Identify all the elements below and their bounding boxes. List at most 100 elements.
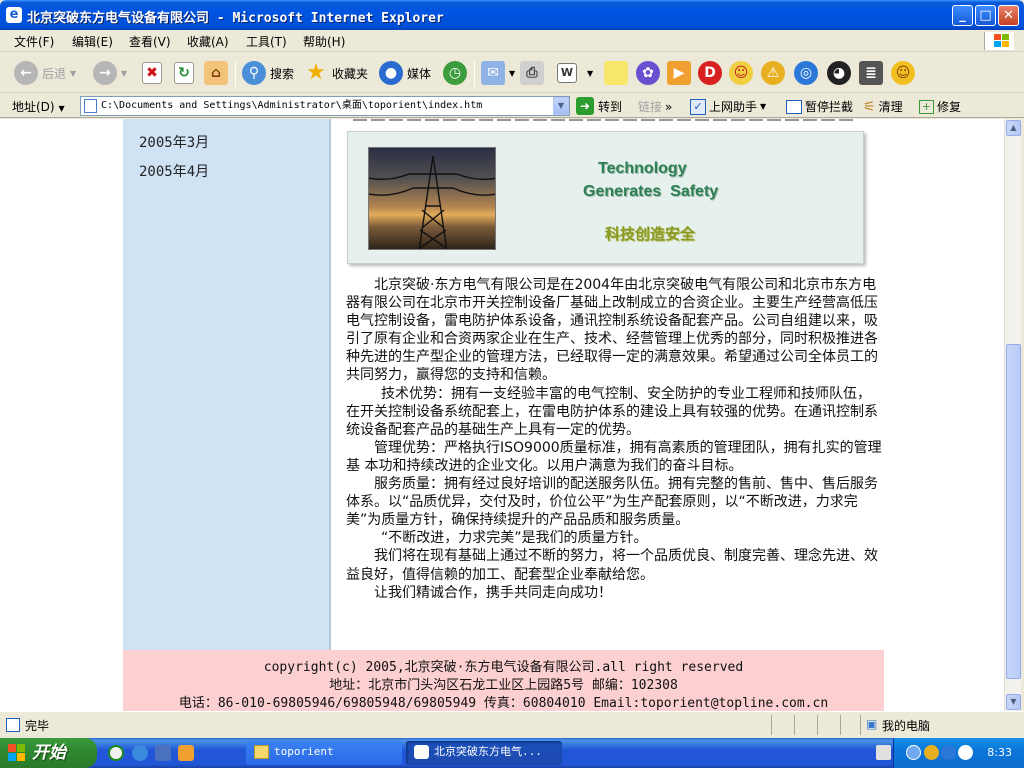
- scroll-up-button[interactable]: ▲: [1006, 120, 1021, 136]
- ie-quicklaunch-icon[interactable]: [132, 745, 148, 761]
- links-button[interactable]: 链接 »: [638, 98, 672, 115]
- tech-advantage-paragraph: 技术优势：拥有一支经验丰富的电气控制、安全防护的专业工程师和技师队伍，在开关控制…: [346, 385, 878, 438]
- address-input[interactable]: C:\Documents and Settings\Administrator\…: [80, 96, 570, 116]
- banner-tagline-en-1: Technology: [598, 160, 687, 177]
- page-icon: [84, 99, 97, 113]
- home-button[interactable]: ⌂: [204, 59, 228, 87]
- main-content: Technology Generates Safety 科技创造安全 北京突破·…: [333, 119, 884, 650]
- address-bar: 地址(D) ▼ C:\Documents and Settings\Admini…: [0, 94, 1024, 118]
- task-ie-window[interactable]: 北京突破东方电气...: [406, 741, 562, 765]
- scroll-down-button[interactable]: ▼: [1006, 694, 1021, 710]
- chevron-down-icon: ▼: [70, 68, 77, 78]
- media-button[interactable]: ● 媒体: [379, 59, 431, 87]
- task-toporient[interactable]: toporient: [246, 741, 402, 765]
- browser-button[interactable]: ◎: [794, 59, 818, 87]
- home-icon: ⌂: [204, 61, 228, 85]
- back-button[interactable]: ← 后退 ▼: [14, 59, 76, 87]
- stop-button[interactable]: ✖: [142, 59, 162, 87]
- forward-button[interactable]: → ▼: [93, 59, 127, 87]
- favorites-button[interactable]: ★ 收藏夹: [304, 59, 368, 87]
- menu-file[interactable]: 文件(F): [14, 33, 54, 50]
- note-button[interactable]: [604, 59, 628, 87]
- history-icon: ◷: [443, 61, 467, 85]
- clipped-heading: [353, 119, 853, 121]
- ie-window: e 北京突破东方电气设备有限公司 - Microsoft Internet Ex…: [0, 0, 1024, 738]
- banner: Technology Generates Safety 科技创造安全: [347, 131, 864, 264]
- sidebar-item-2005-04[interactable]: 2005年4月: [139, 161, 209, 181]
- tray-app-icon[interactable]: [924, 745, 939, 760]
- chevron-down-icon: ▼: [760, 102, 767, 111]
- forward-arrow-icon: →: [93, 61, 117, 85]
- company-intro: 北京突破·东方电气有限公司是在2004年由北京突破电气有限公司和北京市东方电器有…: [346, 276, 883, 602]
- clean-button[interactable]: ⚟ 清理: [863, 98, 903, 115]
- word-icon: W: [557, 63, 577, 83]
- tray-collapse-icon[interactable]: [906, 745, 921, 760]
- start-button[interactable]: 开始: [0, 738, 97, 768]
- helper-button[interactable]: ✓ 上网助手 ▼: [690, 98, 766, 115]
- folder-icon: [254, 745, 269, 759]
- refresh-button[interactable]: ↻: [174, 59, 194, 87]
- edit-button[interactable]: W ▼: [557, 59, 593, 87]
- vertical-scrollbar[interactable]: ▲ ▼: [1004, 119, 1021, 711]
- smiley-button[interactable]: ☺: [891, 59, 915, 87]
- closing-paragraph: 让我们精诚合作，携手共同走向成功！: [374, 584, 612, 601]
- system-tray: 8:33: [876, 738, 1024, 768]
- emoticon-mail-icon: ☺: [729, 61, 753, 85]
- menu-help[interactable]: 帮助(H): [303, 33, 345, 50]
- back-arrow-icon: ←: [14, 61, 38, 85]
- mail-button[interactable]: ✉ ▼: [481, 59, 515, 87]
- ie-icon: e: [6, 7, 22, 23]
- menu-bar: 文件(F) 编辑(E) 查看(V) 收藏(A) 工具(T) 帮助(H): [0, 30, 1024, 52]
- download-button[interactable]: D: [698, 59, 722, 87]
- note-icon: [604, 61, 628, 85]
- search-button[interactable]: ⚲ 搜索: [242, 59, 294, 87]
- outlook-icon[interactable]: [155, 745, 171, 761]
- menu-edit[interactable]: 编辑(E): [72, 33, 113, 50]
- toolbar: ← 后退 ▼ → ▼ ✖ ↻ ⌂ ⚲ 搜索 ★ 收藏夹 ● 媒体 ◷ ✉ ▼ ⎙ …: [0, 53, 1024, 93]
- repair-button[interactable]: + 修复: [919, 98, 961, 115]
- sidebar: 2005年3月 2005年4月: [123, 119, 331, 650]
- go-button[interactable]: ➜ 转到: [576, 97, 622, 115]
- player-button[interactable]: ▶: [667, 59, 691, 87]
- media-player-icon[interactable]: [108, 745, 124, 761]
- menu-favorites[interactable]: 收藏(A): [187, 33, 229, 50]
- menu-tools[interactable]: 工具(T): [246, 33, 287, 50]
- address-dropdown-button[interactable]: ▼: [553, 97, 569, 115]
- archive-button[interactable]: ≣: [859, 59, 883, 87]
- mail-icon: ✉: [481, 61, 505, 85]
- popup-block-button[interactable]: 暂停拦截: [786, 98, 853, 115]
- keyboard-icon[interactable]: [876, 745, 891, 760]
- status-text: 完毕: [25, 719, 50, 733]
- play-icon: ▶: [667, 61, 691, 85]
- network-icon[interactable]: [941, 745, 956, 760]
- banner-tagline-en-2: Generates Safety: [583, 183, 719, 200]
- history-button[interactable]: ◷: [443, 59, 467, 87]
- sidebar-item-2005-03[interactable]: 2005年3月: [139, 132, 209, 152]
- maximize-button[interactable]: □: [975, 5, 996, 26]
- computer-icon: ▣: [866, 717, 878, 731]
- chevron-down-icon: ▼: [58, 104, 65, 113]
- close-button[interactable]: ✕: [998, 5, 1019, 26]
- archive-icon: ≣: [859, 61, 883, 85]
- quality-policy-paragraph: “不断改进，力求完美”是我们的质量方针。: [381, 530, 648, 547]
- windows-logo-icon: [984, 32, 1014, 50]
- management-paragraph: 管理优势：严格执行ISO9000质量标准，拥有高素质的管理团队，拥有扎实的管理基…: [346, 439, 882, 474]
- clock[interactable]: 8:33: [987, 746, 1012, 759]
- messenger-icon: ✿: [636, 61, 660, 85]
- volume-icon[interactable]: [958, 745, 973, 760]
- star-icon: ★: [306, 60, 326, 85]
- bell-button[interactable]: ⚠: [761, 59, 785, 87]
- qq-button[interactable]: ◕: [827, 59, 851, 87]
- title-bar[interactable]: e 北京突破东方电气设备有限公司 - Microsoft Internet Ex…: [0, 0, 1024, 30]
- emoticon-mail-button[interactable]: ☺: [729, 59, 753, 87]
- print-button[interactable]: ⎙: [520, 59, 544, 87]
- download-icon: D: [698, 61, 722, 85]
- status-bar: 完毕 ▣ 我的电脑: [0, 711, 1024, 738]
- minimize-button[interactable]: _: [952, 5, 973, 26]
- menu-view[interactable]: 查看(V): [129, 33, 171, 50]
- stop-icon: ✖: [142, 62, 162, 84]
- page-viewport: 2005年3月 2005年4月 Technology Generates Saf…: [0, 119, 1004, 711]
- messenger-button[interactable]: ✿: [636, 59, 660, 87]
- player-quicklaunch-icon[interactable]: [178, 745, 194, 761]
- scroll-thumb[interactable]: [1006, 344, 1021, 679]
